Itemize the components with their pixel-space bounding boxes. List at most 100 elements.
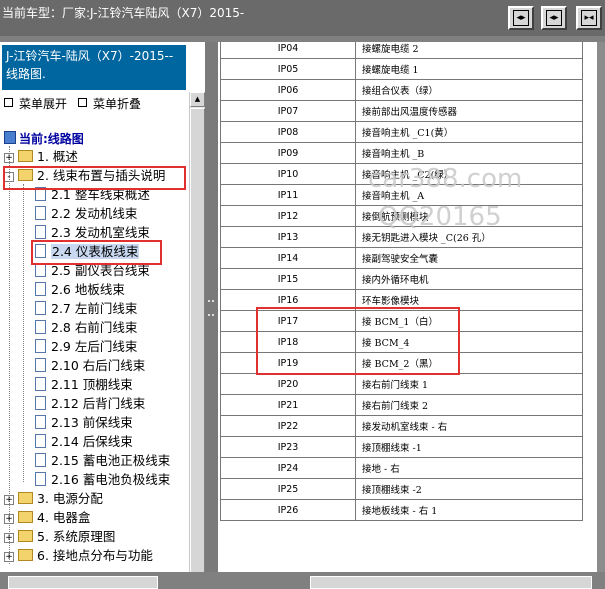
- table-row: IP20 接右前门线束 1: [220, 373, 583, 395]
- tree-item-2-6[interactable]: 2.6 地板线束: [35, 281, 125, 299]
- tree-item-power-distribution[interactable]: +3. 电源分配: [4, 490, 103, 508]
- tree-item-ground-points[interactable]: +6. 接地点分布与功能: [4, 547, 153, 565]
- connector-code: IP08: [220, 121, 356, 143]
- tree-item-2-5[interactable]: 2.5 副仪表台线束: [35, 262, 150, 280]
- folder-icon: [18, 549, 33, 561]
- collapse-pane-button[interactable]: ◂▸: [508, 6, 534, 30]
- tree-item-2-8[interactable]: 2.8 右前门线束: [35, 319, 137, 337]
- connector-code: IP12: [220, 205, 356, 227]
- connector-description: 接发动机室线束 - 右: [355, 415, 583, 437]
- table-row: IP17 接 BCM_1（白）: [220, 310, 583, 332]
- tree-item-fuse-box[interactable]: +4. 电器盒: [4, 509, 90, 527]
- connector-code: IP13: [220, 226, 356, 248]
- page-icon: [35, 301, 46, 315]
- folder-open-icon: [18, 169, 33, 181]
- connector-code: IP11: [220, 184, 356, 206]
- bottom-scroll-thumb-right[interactable]: [310, 576, 592, 589]
- connector-description: 环车影像模块: [355, 289, 583, 311]
- current-section: 当前:线路图: [4, 130, 84, 147]
- scroll-thumb[interactable]: [190, 108, 205, 572]
- table-row: IP08 接音响主机 _C1(黄）: [220, 121, 583, 143]
- tree-item-2-2[interactable]: 2.2 发动机线束: [35, 205, 137, 223]
- connector-description: 接组合仪表（绿）: [355, 79, 583, 101]
- table-row: IP21 接右前门线束 2: [220, 394, 583, 416]
- tree-item-overview[interactable]: +1. 概述: [4, 148, 78, 166]
- page-icon: [35, 377, 46, 391]
- tree-item-harness-layout[interactable]: -2. 线束布置与插头说明: [4, 167, 165, 185]
- tree-item-2-13[interactable]: 2.13 前保线束: [35, 414, 133, 432]
- page-icon: [35, 472, 46, 486]
- collapse-icon[interactable]: -: [4, 172, 14, 182]
- tree-item-2-7[interactable]: 2.7 左前门线束: [35, 300, 137, 318]
- table-row: IP05 接螺旋电缆 1: [220, 58, 583, 80]
- connector-code: IP09: [220, 142, 356, 164]
- tree-item-2-1[interactable]: 2.1 整车线束概述: [35, 186, 150, 204]
- table-row: IP18 接 BCM_4: [220, 331, 583, 353]
- page-icon: [35, 263, 46, 277]
- collapse-all-icon: [78, 98, 87, 107]
- table-row: IP19 接 BCM_2（黑）: [220, 352, 583, 374]
- sidebar-scrollbar[interactable]: ▲ ▼: [189, 92, 205, 572]
- content-pane: IP04 接螺旋电缆 2 IP05 接螺旋电缆 1 IP06 接组合仪表（绿） IP07 接前…: [218, 42, 605, 572]
- watermark-site: car388.com: [368, 164, 523, 194]
- bottom-scroll-thumb-left[interactable]: [8, 576, 158, 589]
- connector-description: 接 BCM_2（黑）: [355, 352, 583, 374]
- tree-item-2-4[interactable]: 2.4 仪表板线束: [35, 243, 140, 261]
- expand-pane-button[interactable]: ▸◂: [576, 6, 602, 30]
- connector-code: IP10: [220, 163, 356, 185]
- expand-icon[interactable]: +: [4, 533, 14, 543]
- connector-code: IP04: [220, 42, 356, 59]
- pane-toggle-icon: ◂▸: [513, 10, 529, 26]
- connector-description: 接螺旋电缆 2: [355, 42, 583, 59]
- tree-item-2-9[interactable]: 2.9 左后门线束: [35, 338, 137, 356]
- tree-item-2-16[interactable]: 2.16 蓄电池负极线束: [35, 471, 170, 489]
- connector-description: 接地板线束 - 右 1: [355, 499, 583, 521]
- table-row: IP16 环车影像模块: [220, 289, 583, 311]
- split-pane-button[interactable]: ◂▸: [541, 6, 567, 30]
- page-icon: [35, 244, 46, 258]
- connector-code: IP20: [220, 373, 356, 395]
- page-icon: [35, 396, 46, 410]
- expand-icon[interactable]: +: [4, 552, 14, 562]
- expand-icon[interactable]: +: [4, 153, 14, 163]
- connector-description: 接右前门线束 1: [355, 373, 583, 395]
- page-icon: [35, 358, 46, 372]
- splitter-grip-icon: [208, 300, 214, 316]
- tree-item-2-11[interactable]: 2.11 顶棚线束: [35, 376, 133, 394]
- connector-description: 接副驾驶安全气囊: [355, 247, 583, 269]
- table-row: IP24 接地 - 右: [220, 457, 583, 479]
- tree-connector: [23, 184, 24, 482]
- tree-item-schematics[interactable]: +5. 系统原理图: [4, 528, 115, 546]
- tree-item-2-14[interactable]: 2.14 后保线束: [35, 433, 133, 451]
- table-row: IP09 接音响主机 _B: [220, 142, 583, 164]
- connector-code: IP06: [220, 79, 356, 101]
- page-icon: [35, 320, 46, 334]
- collapse-all-button[interactable]: 菜单折叠: [78, 95, 141, 112]
- connector-code: IP19: [220, 352, 356, 374]
- connector-description: 接螺旋电缆 1: [355, 58, 583, 80]
- tree-item-2-15[interactable]: 2.15 蓄电池正极线束: [35, 452, 170, 470]
- expand-all-button[interactable]: 菜单展开: [4, 95, 67, 112]
- connector-description: 接音响主机 _B: [355, 142, 583, 164]
- content-scrollbar[interactable]: [597, 42, 605, 572]
- scroll-up-icon[interactable]: ▲: [190, 92, 205, 107]
- expand-pane-icon: ▸◂: [581, 10, 597, 26]
- tree-item-2-3[interactable]: 2.3 发动机室线束: [35, 224, 150, 242]
- navigation-pane: J-江铃汽车-陆风（X7）-2015-- 线路图. 菜单展开 菜单折叠 当前:线…: [0, 42, 205, 572]
- split-pane-icon: ◂▸: [546, 10, 562, 26]
- tree-item-2-10[interactable]: 2.10 右后门线束: [35, 357, 145, 375]
- expand-icon[interactable]: +: [4, 495, 14, 505]
- tree-item-2-12[interactable]: 2.12 后背门线束: [35, 395, 145, 413]
- watermark-qq: QQ20165: [378, 202, 502, 232]
- page-icon: [35, 339, 46, 353]
- connector-code: IP26: [220, 499, 356, 521]
- connector-code: IP14: [220, 247, 356, 269]
- connector-code: IP16: [220, 289, 356, 311]
- table-row: IP04 接螺旋电缆 2: [220, 42, 583, 59]
- connector-code: IP18: [220, 331, 356, 353]
- table-row: IP25 接顶棚线束 -2: [220, 478, 583, 500]
- document-title: J-江铃汽车-陆风（X7）-2015-- 线路图.: [2, 45, 186, 90]
- page-icon: [35, 453, 46, 467]
- expand-icon[interactable]: +: [4, 514, 14, 524]
- pane-splitter[interactable]: [205, 42, 218, 572]
